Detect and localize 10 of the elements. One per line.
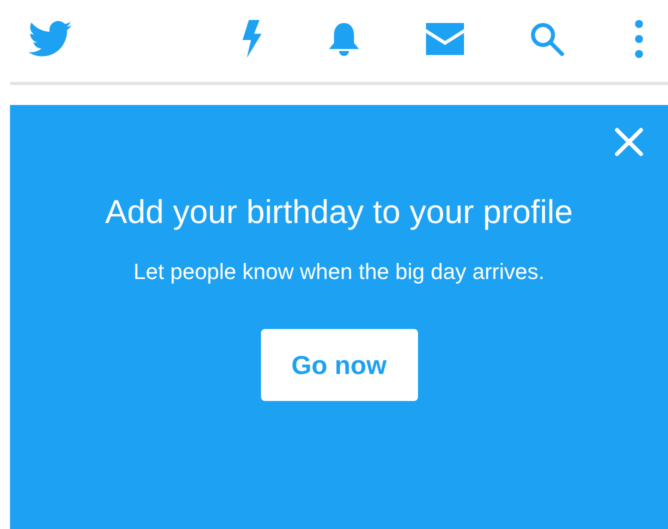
go-now-button[interactable]: Go now xyxy=(260,329,418,401)
close-icon[interactable] xyxy=(614,127,644,157)
bird-icon[interactable] xyxy=(28,21,72,57)
more-icon[interactable] xyxy=(635,20,643,58)
lightning-icon[interactable] xyxy=(240,20,262,58)
bell-icon[interactable] xyxy=(327,21,361,57)
card-subtitle: Let people know when the big day arrives. xyxy=(134,259,544,285)
card-title: Add your birthday to your profile xyxy=(104,192,574,232)
mail-icon[interactable] xyxy=(426,23,464,55)
search-icon[interactable] xyxy=(529,21,565,57)
